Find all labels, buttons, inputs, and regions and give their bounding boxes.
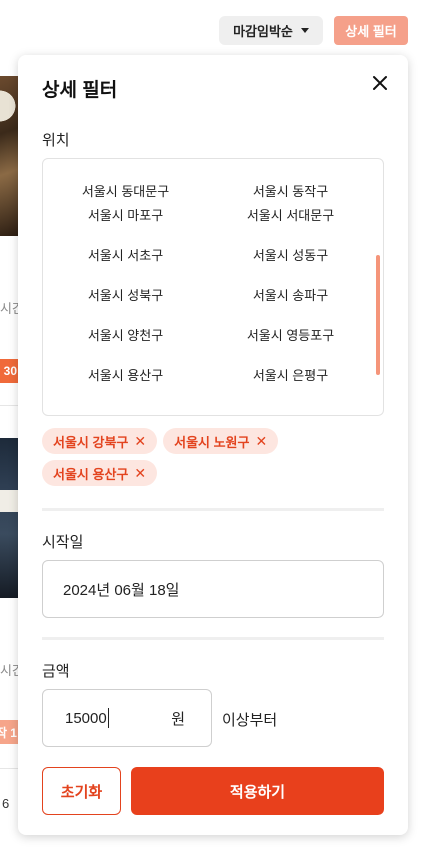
amount-input[interactable]: 15000 원 <box>42 689 212 747</box>
sort-dropdown[interactable]: 마감임박순 <box>219 16 323 45</box>
reset-button[interactable]: 초기화 <box>42 767 121 815</box>
location-option[interactable]: 서울시 성북구 <box>43 274 208 314</box>
panel-title: 상세 필터 <box>42 80 118 101</box>
location-option[interactable]: 서울시 서초구 <box>43 234 208 274</box>
selected-location-chip[interactable]: 서울시 노원구 ✕ <box>163 428 279 454</box>
location-option[interactable]: 서울시 동작구 <box>208 159 373 199</box>
selected-location-chip[interactable]: 서울시 용산구 ✕ <box>42 460 158 486</box>
location-option[interactable]: 서울시 용산구 <box>43 354 208 394</box>
apply-button[interactable]: 적용하기 <box>131 767 384 815</box>
location-option[interactable]: 서울시 동대문구 <box>43 159 208 199</box>
listing-count: 6 <box>2 796 10 811</box>
start-date-label: 시작일 <box>42 534 84 551</box>
listing-thumbnail[interactable] <box>0 76 18 236</box>
listing-badge: 작 1 <box>0 720 18 744</box>
remove-icon[interactable]: ✕ <box>134 434 146 448</box>
remove-icon[interactable]: ✕ <box>255 434 267 448</box>
amount-suffix: 이상부터 <box>222 712 278 729</box>
location-label: 위치 <box>42 132 70 149</box>
location-options: 서울시 동대문구 서울시 동작구 서울시 마포구 서울시 서대문구 서울시 서초… <box>43 159 373 394</box>
start-date-field[interactable]: 2024년 06월 18일 <box>42 560 384 618</box>
amount-unit: 원 <box>171 710 185 728</box>
text-cursor <box>107 708 109 728</box>
caret-down-icon <box>300 28 309 33</box>
sort-dropdown-label: 마감임박순 <box>233 24 293 39</box>
chip-label: 서울시 노원구 <box>174 434 250 450</box>
location-option[interactable]: 서울시 송파구 <box>208 274 373 314</box>
amount-label: 금액 <box>42 663 70 680</box>
listing-thumbnail[interactable] <box>0 438 18 598</box>
location-option[interactable]: 서울시 은평구 <box>208 354 373 394</box>
chip-label: 서울시 강북구 <box>53 434 129 450</box>
location-option[interactable]: 서울시 양천구 <box>43 314 208 354</box>
selected-location-chip[interactable]: 서울시 강북구 ✕ <box>42 428 158 454</box>
close-icon[interactable] <box>370 73 390 93</box>
detail-filter-button[interactable]: 상세 필터 <box>334 16 408 45</box>
selected-locations: 서울시 강북구 ✕ 서울시 노원구 ✕ 서울시 용산구 ✕ <box>42 428 384 486</box>
location-option[interactable]: 서울시 서대문구 <box>208 194 373 234</box>
amount-value: 15000 <box>65 709 107 727</box>
chip-label: 서울시 용산구 <box>53 466 129 482</box>
location-option[interactable]: 서울시 마포구 <box>43 194 208 234</box>
detail-filter-panel: 상세 필터 위치 서울시 동대문구 서울시 동작구 서울시 마포구 서울시 서대… <box>18 55 408 835</box>
section-divider <box>42 637 384 640</box>
listing-badge: 30 <box>0 359 18 383</box>
location-option[interactable]: 서울시 성동구 <box>208 234 373 274</box>
location-option[interactable]: 서울시 영등포구 <box>208 314 373 354</box>
section-divider <box>42 508 384 511</box>
location-scrollbar[interactable] <box>376 255 380 375</box>
listing-divider <box>0 405 18 406</box>
listing-divider <box>0 768 18 769</box>
location-list[interactable]: 서울시 동대문구 서울시 동작구 서울시 마포구 서울시 서대문구 서울시 서초… <box>42 158 384 416</box>
remove-icon[interactable]: ✕ <box>134 466 146 480</box>
